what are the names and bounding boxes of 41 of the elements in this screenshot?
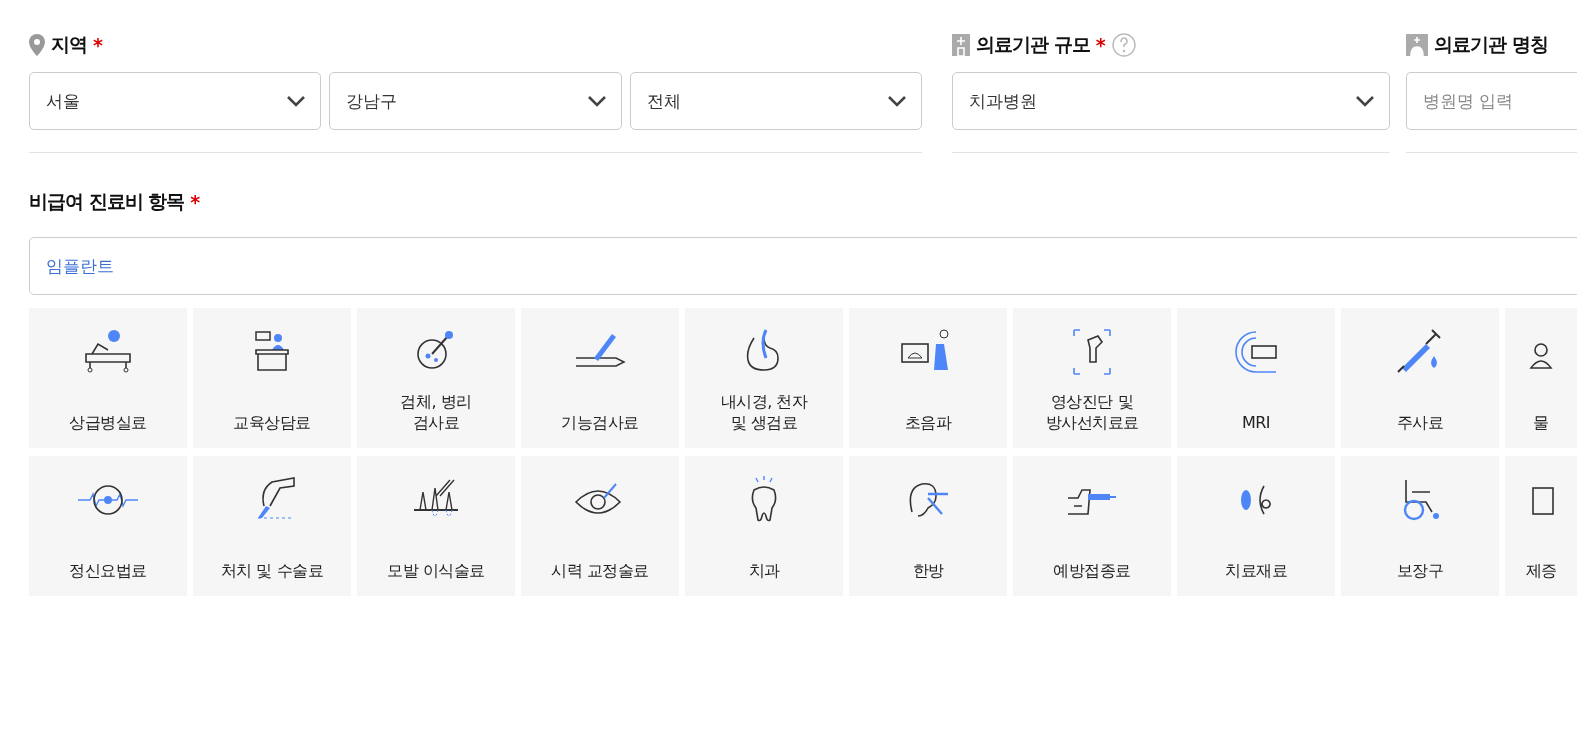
region-dropdown[interactable]: 강남구 bbox=[329, 72, 622, 130]
category-tile[interactable]: 시력 교정술료 bbox=[521, 456, 679, 596]
building-icon bbox=[952, 34, 970, 56]
required-mark: * bbox=[1095, 34, 1106, 56]
hospital-name-field[interactable]: 병원명 입력 bbox=[1406, 72, 1577, 130]
category-tile[interactable]: 영상진단 및 방사선치료료 bbox=[1013, 308, 1171, 448]
help-icon[interactable] bbox=[1111, 33, 1136, 57]
chevron-down-icon bbox=[586, 95, 607, 107]
chevron-down-icon bbox=[887, 95, 907, 107]
category-tile[interactable]: 정신요법료 bbox=[29, 456, 187, 596]
required-mark: * bbox=[93, 34, 103, 56]
category-tile[interactable]: MRI bbox=[1177, 308, 1335, 448]
required-mark: * bbox=[190, 191, 201, 213]
region-dropdown[interactable]: 서울 bbox=[29, 72, 322, 130]
category-tile[interactable]: 검체, 병리 검사료 bbox=[357, 308, 515, 448]
person-badge-icon bbox=[1406, 34, 1428, 56]
hospital-scale-label: 의료기관 규모 bbox=[976, 32, 1090, 57]
category-tile[interactable]: 예방접종료 bbox=[1013, 456, 1171, 596]
category-tile[interactable]: 치료재료 bbox=[1177, 456, 1335, 596]
category-tile[interactable]: 모발 이식술료 bbox=[357, 456, 515, 596]
category-tile[interactable]: 한방 bbox=[849, 456, 1007, 596]
chevron-down-icon bbox=[286, 95, 307, 107]
category-tile[interactable]: 보장구 bbox=[1341, 456, 1499, 596]
category-tile[interactable]: 기능검사료 bbox=[521, 308, 679, 448]
category-tile[interactable]: 내시경, 천자 및 생검료 bbox=[685, 308, 843, 448]
category-tile[interactable]: 제증 bbox=[1505, 456, 1577, 596]
item-search-field[interactable]: 임플란트 bbox=[29, 237, 1577, 295]
hospital-name-label: 의료기관 명칭 bbox=[1434, 32, 1548, 57]
chevron-down-icon bbox=[1355, 95, 1375, 107]
hospital-scale-dropdown[interactable]: 치과병원 bbox=[952, 72, 1390, 130]
location-pin-icon bbox=[29, 34, 45, 56]
region-dropdown[interactable]: 전체 bbox=[629, 72, 922, 130]
category-tile[interactable]: 주사료 bbox=[1341, 308, 1499, 448]
region-label: 지역 bbox=[51, 32, 87, 57]
category-tile[interactable]: 초음파 bbox=[849, 308, 1007, 448]
category-tile[interactable]: 치과 bbox=[685, 456, 843, 596]
category-tile[interactable]: 물 bbox=[1505, 308, 1577, 448]
items-label: 비급여 진료비 항목 bbox=[29, 189, 185, 214]
category-tile[interactable]: 상급병실료 bbox=[29, 308, 187, 448]
category-tile[interactable]: 교육상담료 bbox=[193, 308, 351, 448]
category-tile[interactable]: 처치 및 수술료 bbox=[193, 456, 351, 596]
